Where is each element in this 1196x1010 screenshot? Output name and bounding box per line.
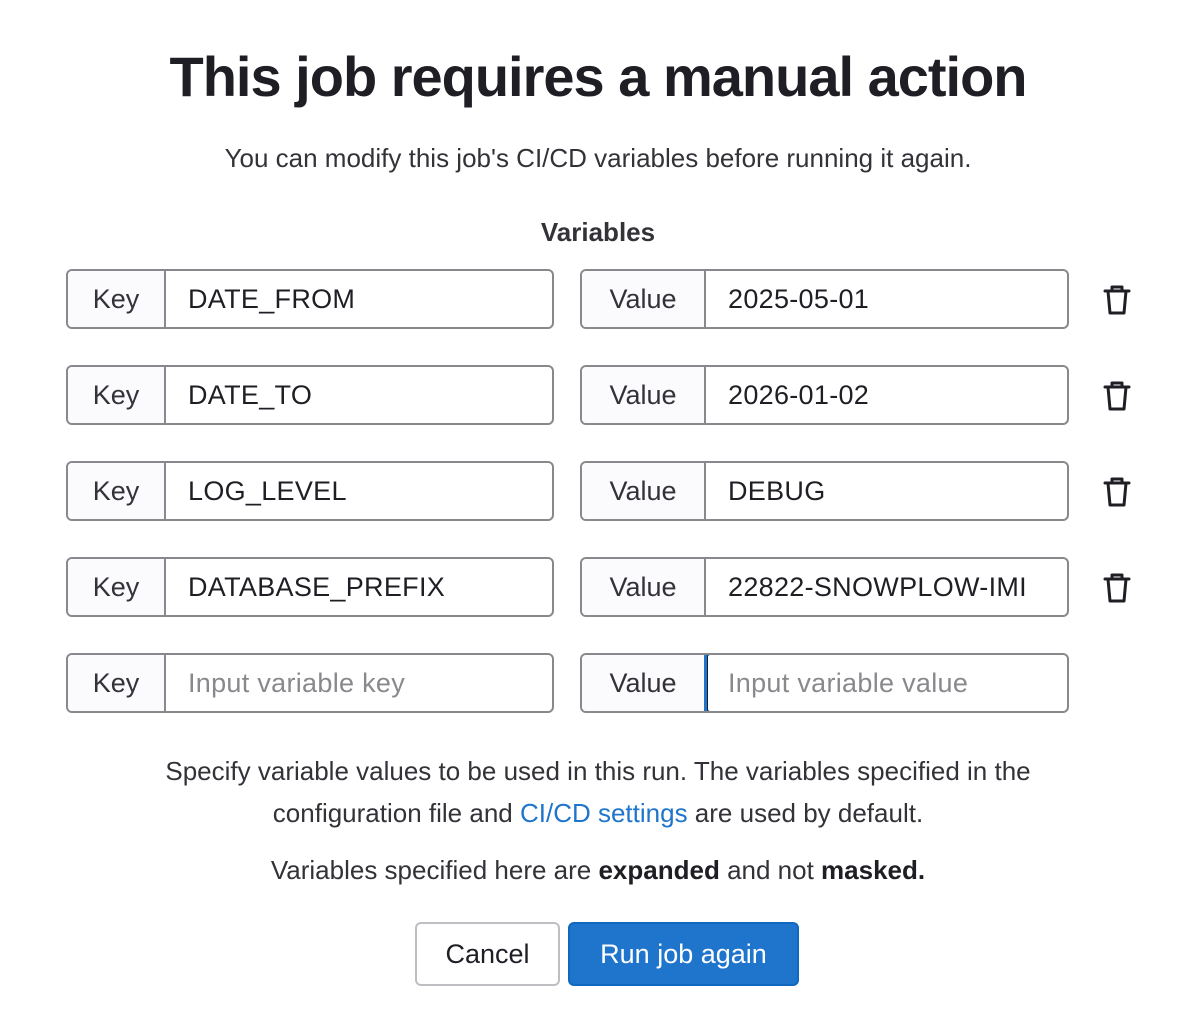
variable-key-group: Key Input variable key [66,653,554,713]
variable-value-input[interactable]: 2026-01-02 [706,367,1067,423]
new-variable-value-input[interactable]: Input variable value [704,655,1067,711]
run-job-again-button[interactable]: Run job again [568,922,799,986]
variable-key-input[interactable]: LOG_LEVEL [166,463,552,519]
note-before: Variables specified here are [270,855,599,885]
variable-value-group: Value 2025-05-01 [580,269,1069,329]
variable-row: Key LOG_LEVEL Value DEBUG [66,461,1146,525]
variable-key-group: Key LOG_LEVEL [66,461,554,521]
trash-icon [1103,477,1131,507]
help-line-2: configuration file and CI/CD settings ar… [0,792,1196,834]
value-label: Value [582,271,706,327]
trash-icon [1103,285,1131,315]
variable-value-input[interactable]: 22822-SNOWPLOW-IMI [706,559,1067,615]
variables-list: Key DATE_FROM Value 2025-05-01 Key DATE_… [66,269,1146,749]
note-middle: and not [719,855,822,885]
variable-key-group: Key DATE_FROM [66,269,554,329]
cancel-button[interactable]: Cancel [415,922,560,986]
variable-key-input[interactable]: DATE_TO [166,367,552,423]
delete-variable-button[interactable] [1100,475,1134,509]
value-label: Value [582,559,706,615]
key-label: Key [68,367,166,423]
variable-key-input[interactable]: DATABASE_PREFIX [166,559,552,615]
help-line-1: Specify variable values to be used in th… [165,756,1031,786]
expansion-note: Variables specified here are expanded an… [0,850,1196,890]
variable-value-group: Value Input variable value [580,653,1069,713]
value-label: Value [582,367,706,423]
variable-key-group: Key DATABASE_PREFIX [66,557,554,617]
delete-variable-button[interactable] [1100,379,1134,413]
help-text: Specify variable values to be used in th… [0,750,1196,834]
key-label: Key [68,655,166,711]
new-variable-key-input[interactable]: Input variable key [166,655,552,711]
cicd-settings-link[interactable]: CI/CD settings [520,798,688,828]
note-masked: masked. [821,855,926,885]
variables-heading: Variables [540,217,656,247]
delete-variable-button[interactable] [1100,283,1134,317]
trash-icon [1103,573,1131,603]
variable-value-input[interactable]: DEBUG [706,463,1067,519]
delete-variable-button[interactable] [1100,571,1134,605]
variable-row: Key DATE_FROM Value 2025-05-01 [66,269,1146,333]
page-subtitle: You can modify this job's CI/CD variable… [224,143,972,173]
help-line-2-after: are used by default. [687,798,924,828]
variable-value-group: Value 2026-01-02 [580,365,1069,425]
variable-row: Key DATE_TO Value 2026-01-02 [66,365,1146,429]
variable-value-group: Value DEBUG [580,461,1069,521]
key-label: Key [68,559,166,615]
manual-action-page: This job requires a manual action You ca… [0,0,1196,1010]
help-line-2-before: configuration file and [272,798,520,828]
trash-icon [1103,381,1131,411]
variable-value-group: Value 22822-SNOWPLOW-IMI [580,557,1069,617]
new-variable-row: Key Input variable key Value Input varia… [66,653,1146,717]
page-title: This job requires a manual action [169,45,1028,108]
key-label: Key [68,271,166,327]
value-label: Value [582,655,706,711]
note-expanded: expanded [598,855,720,885]
variable-key-input[interactable]: DATE_FROM [166,271,552,327]
variable-value-input[interactable]: 2025-05-01 [706,271,1067,327]
value-label: Value [582,463,706,519]
variable-row: Key DATABASE_PREFIX Value 22822-SNOWPLOW… [66,557,1146,621]
variable-key-group: Key DATE_TO [66,365,554,425]
key-label: Key [68,463,166,519]
